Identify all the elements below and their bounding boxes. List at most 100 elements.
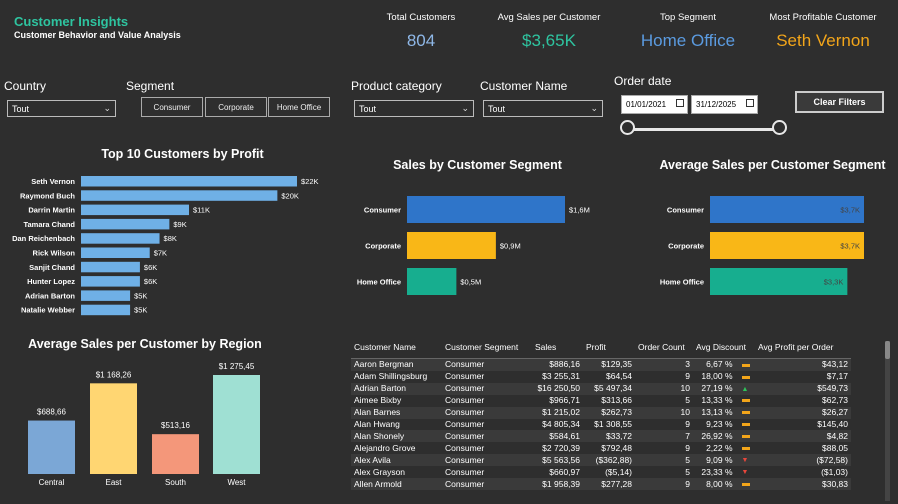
- cell-segment-text: Consumer: [445, 454, 485, 465]
- category-label: Tamara Chand: [23, 220, 75, 229]
- cell-avg-discount-text: 2,22 %: [706, 442, 733, 453]
- table-row[interactable]: Allen Armold Consumer $1 958,39 $277,28 9 8,0…: [351, 478, 851, 491]
- col-order-count[interactable]: Order Count: [635, 336, 693, 359]
- cell-segment: Consumer: [442, 371, 532, 383]
- cell-sales-text: $3 255,31: [542, 371, 580, 382]
- dash-icon: [741, 375, 750, 379]
- table-row[interactable]: Adrian Barton Consumer $16 250,50 $5 497,34…: [351, 382, 851, 395]
- cell-avg-discount-text: 9,23 %: [706, 419, 733, 429]
- cell-profit-text: $313,66: [601, 395, 632, 406]
- cell-order-count-text: 9: [685, 419, 690, 429]
- date-slider-start-handle[interactable]: [620, 120, 635, 135]
- data-label: $20K: [281, 191, 299, 200]
- table-row[interactable]: Alejandro Grove Consumer $2 720,39 $792,48 9…: [351, 442, 851, 454]
- data-label: $9K: [173, 220, 186, 229]
- date-start-input[interactable]: 01/01/2021: [621, 95, 688, 114]
- customer-name-dropdown[interactable]: Tout ⌄: [483, 100, 603, 117]
- cell-avg-profit-per-order-text: $7,17: [826, 371, 848, 382]
- kpi-avg-sales-value: $3,65K: [522, 31, 576, 50]
- cell-segment-text: Consumer: [445, 371, 485, 382]
- bar: [81, 290, 131, 301]
- cell-segment-text: Consumer: [445, 466, 485, 477]
- col-avg-profit-per-order[interactable]: Avg Profit per Order: [755, 336, 851, 359]
- col-avg-discount[interactable]: Avg Discount: [693, 336, 755, 359]
- cell-sales: $1 958,39: [532, 478, 583, 491]
- cell-profit-text: $64,54: [606, 371, 632, 382]
- segment-button-home-office[interactable]: Home Office: [268, 97, 330, 117]
- customer-dropdown-value: Tout: [488, 104, 506, 114]
- col-customer-segment[interactable]: Customer Segment: [442, 336, 532, 359]
- data-label: $513,16: [161, 421, 190, 430]
- dash-icon: [741, 435, 750, 439]
- dash-icon: [741, 399, 750, 403]
- date-end-input[interactable]: 31/12/2025: [691, 95, 758, 114]
- cell-order-count-text: 3: [685, 359, 690, 370]
- date-slider-track[interactable]: [629, 128, 780, 131]
- category-label: Dan Reichenbach: [12, 234, 75, 243]
- country-dropdown-value: Tout: [12, 104, 30, 114]
- kpi-top-segment-label: Top Segment: [660, 12, 716, 23]
- table-row[interactable]: Alex Grayson Consumer $660,97 ($5,14) 5 23,33…: [351, 466, 851, 478]
- category-label: West: [227, 478, 246, 487]
- cell-customer-name: Adam Shillingsburg: [351, 371, 442, 383]
- cell-order-count: 3: [635, 358, 693, 371]
- category-label: Raymond Buch: [20, 191, 75, 200]
- cell-avg-profit-per-order: $7,17: [755, 371, 851, 383]
- calendar-icon[interactable]: [676, 99, 684, 107]
- table-row[interactable]: Alex Avila Consumer $5 563,56 ($362,88) 5 9,0…: [351, 454, 851, 467]
- col-sales[interactable]: Sales: [532, 336, 583, 359]
- sales-segment-chart-title: Sales by Customer Segment: [393, 158, 562, 172]
- country-dropdown[interactable]: Tout ⌄: [7, 100, 116, 117]
- cell-order-count-text: 9: [685, 442, 690, 453]
- cell-order-count: 9: [635, 419, 693, 431]
- data-label: $6K: [144, 277, 157, 286]
- cell-avg-discount-text: 18,00 %: [701, 371, 733, 382]
- cell-avg-profit-per-order-text: $62,73: [822, 395, 848, 406]
- cell-sales: $16 250,50: [532, 382, 583, 395]
- segment-button-consumer[interactable]: Consumer: [141, 97, 203, 117]
- cell-avg-discount: 9,09 %: [693, 454, 736, 467]
- trend-icon-cell: [735, 406, 755, 419]
- product-category-dropdown[interactable]: Tout ⌄: [354, 100, 474, 117]
- category-label: Consumer: [364, 206, 401, 215]
- segment-filter-label: Segment: [126, 79, 175, 93]
- cell-order-count-text: 7: [685, 430, 690, 441]
- cell-avg-discount-text: 8,00 %: [706, 478, 733, 489]
- cell-profit-text: $5 497,34: [594, 383, 632, 394]
- trend-icon-cell: [735, 478, 755, 491]
- clear-filters-button[interactable]: Clear Filters: [795, 91, 884, 113]
- table-row[interactable]: Alan Barnes Consumer $1 215,02 $262,73 10 13,…: [351, 406, 851, 419]
- table-scrollbar[interactable]: [885, 341, 890, 501]
- cell-avg-discount: 27,19 %: [693, 382, 736, 395]
- date-slider-end-handle[interactable]: [772, 120, 787, 135]
- table-row[interactable]: Alan Hwang Consumer $4 805,34 $1 308,55 9 9,2…: [351, 419, 851, 431]
- customer-table-container[interactable]: Customer Name Customer Segment Sales Pro…: [351, 336, 881, 504]
- cell-sales: $4 805,34: [532, 419, 583, 431]
- cell-segment-text: Consumer: [445, 478, 485, 489]
- cell-order-count-text: 9: [685, 371, 690, 382]
- table-scrollbar-thumb[interactable]: [885, 341, 890, 359]
- cell-segment-text: Consumer: [445, 395, 485, 406]
- cell-customer-name-text: Adrian Barton: [354, 383, 406, 394]
- col-customer-name[interactable]: Customer Name: [351, 336, 442, 359]
- table-row[interactable]: Alan Shonely Consumer $584,61 $33,72 7 26,92 …: [351, 430, 851, 443]
- cell-profit-text: $129,35: [601, 359, 632, 370]
- table-row[interactable]: Aimee Bixby Consumer $966,71 $313,66 5 13,33 …: [351, 395, 851, 407]
- cell-order-count-text: 5: [685, 466, 690, 477]
- calendar-icon[interactable]: [746, 99, 754, 107]
- category-label: Rick Wilson: [33, 249, 76, 258]
- cell-segment: Consumer: [442, 442, 532, 454]
- kpi-most-profitable-label: Most Profitable Customer: [769, 12, 877, 23]
- cell-profit-text: $262,73: [601, 407, 632, 418]
- cell-profit-text: $33,72: [606, 430, 632, 441]
- segment-button-corporate[interactable]: Corporate: [205, 97, 267, 117]
- cell-order-count-text: 5: [685, 454, 690, 465]
- table-row[interactable]: Aaron Bergman Consumer $886,16 $129,35 3 6,67…: [351, 358, 851, 371]
- cell-profit: $64,54: [583, 371, 635, 383]
- cell-segment-text: Consumer: [445, 430, 485, 441]
- cell-avg-discount: 2,22 %: [693, 442, 736, 454]
- col-profit[interactable]: Profit: [583, 336, 635, 359]
- trend-icon-cell: [736, 395, 755, 407]
- table-row[interactable]: Adam Shillingsburg Consumer $3 255,31 $64,5…: [351, 371, 851, 383]
- bar: [407, 268, 457, 295]
